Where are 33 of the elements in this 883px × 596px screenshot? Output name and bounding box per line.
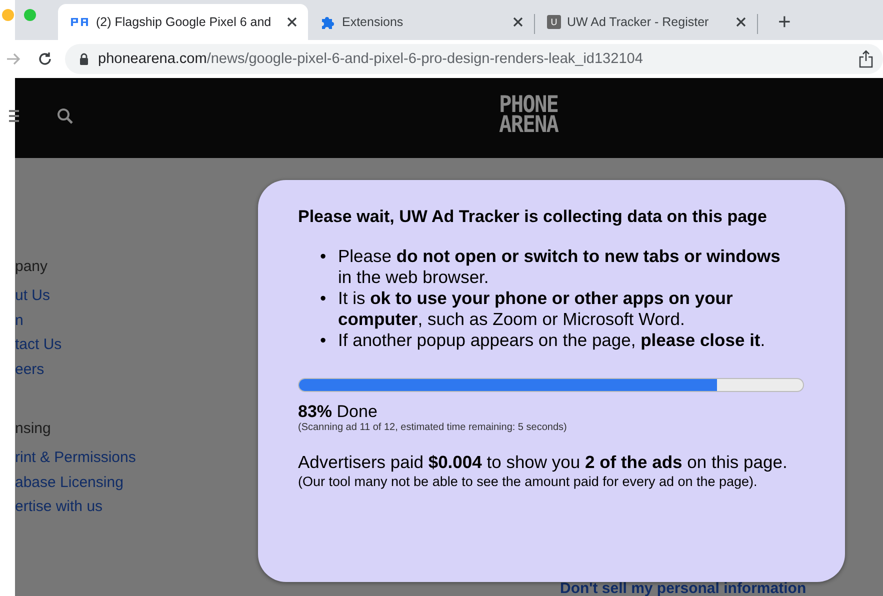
footer-link[interactable]: Don't sell my personal information: [560, 582, 806, 596]
bullet-marker: •: [320, 246, 328, 268]
sidebar-link[interactable]: ertise with us: [15, 495, 103, 520]
sidebar-link[interactable]: eers: [15, 358, 44, 382]
instruction-text: If another popup appears on the page, please close it.: [338, 330, 766, 351]
new-tab-button[interactable]: +: [772, 4, 797, 40]
instruction-text: It is ok to use your phone or other apps on your computer, such as Zoom or Microsoft Word.: [338, 288, 734, 330]
site-favicon-icon: U: [547, 15, 561, 29]
note-text: (Our tool many not be able to see the amount paid for every ad on the page).: [298, 473, 758, 491]
browser-tab[interactable]: (2) Flagship Google Pixel 6 and: [58, 4, 308, 40]
reload-icon[interactable]: [37, 51, 53, 67]
puzzle-piece-icon: [320, 14, 336, 30]
sidebar-link[interactable]: tact Us: [15, 333, 62, 358]
sidebar-link[interactable]: abase Licensing: [15, 470, 124, 495]
address-field[interactable]: phonearena.com/news/google-pixel-6-and-pixel-6-pro-design-renders-leak_id132104: [65, 44, 883, 74]
progress-detail: (Scanning ad 11 of 12, estimated time remaining: 5 seconds): [298, 422, 568, 434]
instruction-text: Please do not open or switch to new tabs or windows in the web browser.: [338, 246, 782, 288]
site-logo[interactable]: PHONE ARENA: [499, 95, 558, 135]
section-heading: nsing: [15, 420, 51, 437]
site-favicon-icon: [70, 17, 90, 27]
popup-title: Please wait, UW Ad Tracker is collecting data on this page: [298, 206, 768, 228]
sidebar-link[interactable]: ut Us: [15, 284, 50, 308]
section-heading: pany: [15, 258, 48, 275]
lock-icon: [79, 53, 89, 65]
progress-status: 83% Done: [298, 402, 378, 422]
sidebar-link[interactable]: n: [15, 308, 24, 333]
share-icon[interactable]: [859, 50, 873, 68]
browser-tab[interactable]: U UW Ad Tracker - Register: [535, 4, 757, 40]
sidebar-link[interactable]: rint & Permissions: [15, 446, 136, 470]
bullet-marker: •: [320, 288, 328, 310]
bullet-marker: •: [320, 330, 328, 351]
browser-tab[interactable]: Extensions: [308, 4, 534, 40]
summary-text: Advertisers paid $0.004 to show you 2 of the ads on this page.: [298, 451, 788, 473]
